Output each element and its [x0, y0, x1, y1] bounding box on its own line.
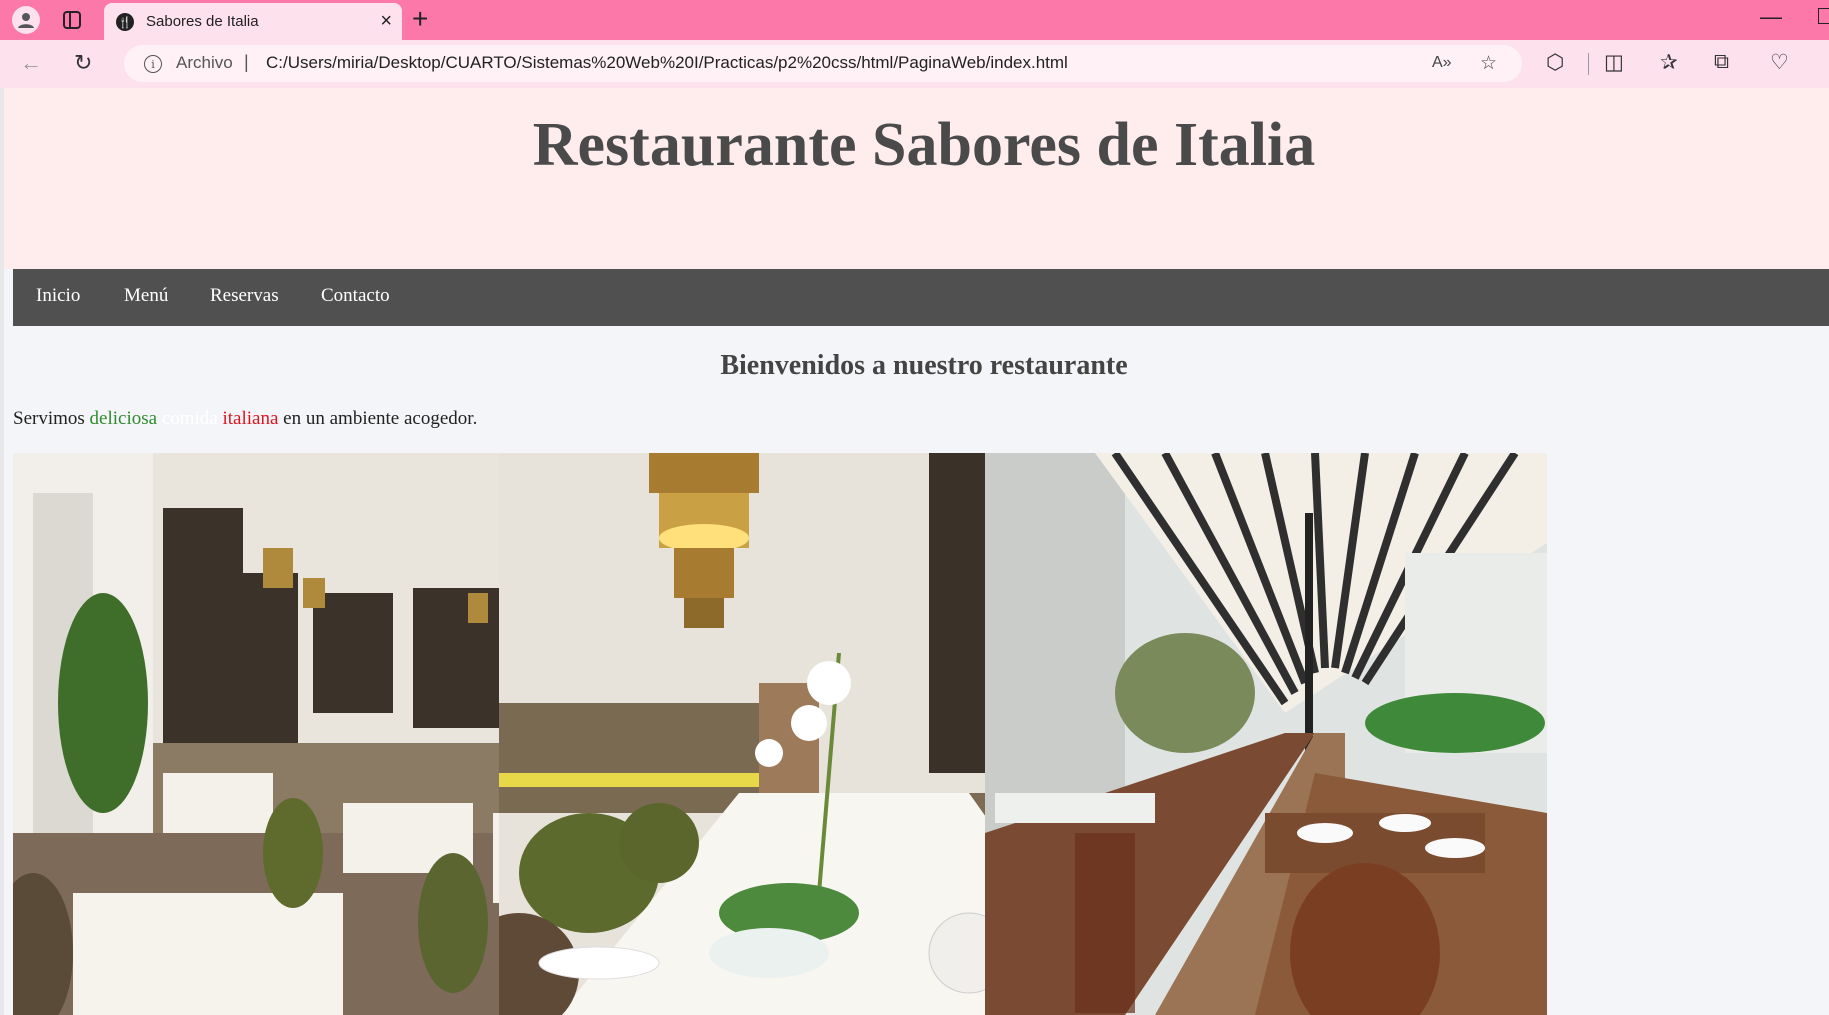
dining-table-orchid-photo	[499, 453, 1061, 1015]
read-aloud-icon[interactable]: A»	[1432, 54, 1452, 72]
split-screen-icon[interactable]: ◫	[1604, 50, 1624, 75]
reload-icon[interactable]: ↻	[74, 52, 92, 74]
welcome-heading: Bienvenidos a nuestro restaurante	[720, 350, 1128, 381]
site-header: Restaurante Sabores de Italia	[4, 88, 1829, 269]
address-url[interactable]: C:/Users/miria/Desktop/CUARTO/Sistemas%2…	[266, 53, 1068, 73]
address-input[interactable]: i Archivo | C:/Users/miria/Desktop/CUART…	[124, 45, 1522, 82]
favorite-star-icon[interactable]: ☆	[1480, 52, 1497, 75]
tab-actions-icon[interactable]	[62, 10, 82, 30]
nav-link-inicio[interactable]: Inicio	[36, 285, 80, 307]
terrace-pergola-photo	[985, 453, 1547, 1015]
address-separator: |	[244, 52, 249, 72]
restaurant-favicon-icon: 🍴	[116, 13, 134, 31]
close-tab-icon[interactable]: ×	[380, 10, 392, 33]
nav-link-reservas[interactable]: Reservas	[210, 285, 279, 307]
browser-tab-active[interactable]: 🍴 Sabores de Italia ×	[104, 3, 402, 40]
intro-word-italiana: italiana	[222, 408, 279, 429]
extensions-icon[interactable]: ⬡	[1546, 50, 1564, 75]
nav-link-menu[interactable]: Menú	[124, 285, 168, 307]
intro-suffix: en un ambiente acogedor.	[278, 408, 478, 429]
browser-address-bar: ← ↻ i Archivo | C:/Users/miria/Desktop/C…	[0, 40, 1829, 88]
info-icon[interactable]: i	[144, 55, 162, 73]
intro-word-deliciosa: deliciosa	[89, 408, 158, 429]
browser-tab-bar: 🍴 Sabores de Italia × + —	[0, 0, 1829, 40]
browser-essentials-icon[interactable]: ♡	[1770, 50, 1789, 75]
intro-prefix: Servimos	[13, 408, 90, 429]
new-tab-button[interactable]: +	[412, 4, 428, 34]
restaurant-interior-photo	[13, 453, 575, 1015]
favorites-list-icon[interactable]: ✰	[1660, 50, 1678, 75]
back-arrow-icon[interactable]: ←	[20, 52, 42, 74]
main-navigation: Inicio Menú Reservas Contacto	[13, 269, 1829, 326]
maximize-window-icon[interactable]	[1818, 8, 1829, 24]
intro-word-comida: comida	[161, 408, 218, 429]
page-title: Restaurante Sabores de Italia	[532, 111, 1316, 179]
nav-link-contacto[interactable]: Contacto	[321, 285, 390, 307]
collections-icon[interactable]: ⧉	[1714, 50, 1729, 74]
intro-paragraph: Servimos deliciosa comida italiana en un…	[13, 408, 477, 430]
web-page: Restaurante Sabores de Italia Inicio Men…	[0, 88, 1829, 1015]
minimize-window-icon[interactable]: —	[1760, 4, 1782, 30]
tab-title: Sabores de Italia	[146, 13, 259, 30]
toolbar-divider	[1588, 53, 1589, 75]
profile-icon[interactable]	[12, 6, 40, 34]
address-scheme-label: Archivo	[176, 53, 233, 72]
